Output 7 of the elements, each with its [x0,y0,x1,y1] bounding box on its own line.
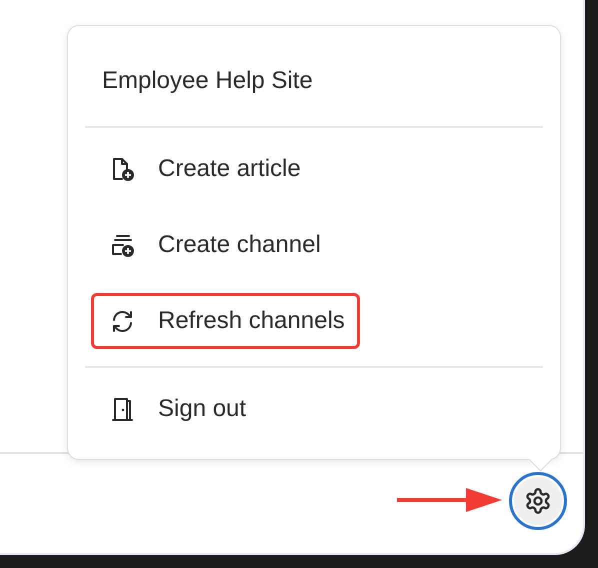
menu-item[interactable]: Create article [91,141,316,197]
menu-item[interactable]: Sign out [91,381,262,437]
menu-item[interactable]: Refresh channels [91,293,360,349]
settings-icon [524,486,552,514]
menu-title: Employee Help Site [101,66,314,96]
menu-item[interactable]: Create channel [91,217,336,273]
door-icon [109,396,136,422]
